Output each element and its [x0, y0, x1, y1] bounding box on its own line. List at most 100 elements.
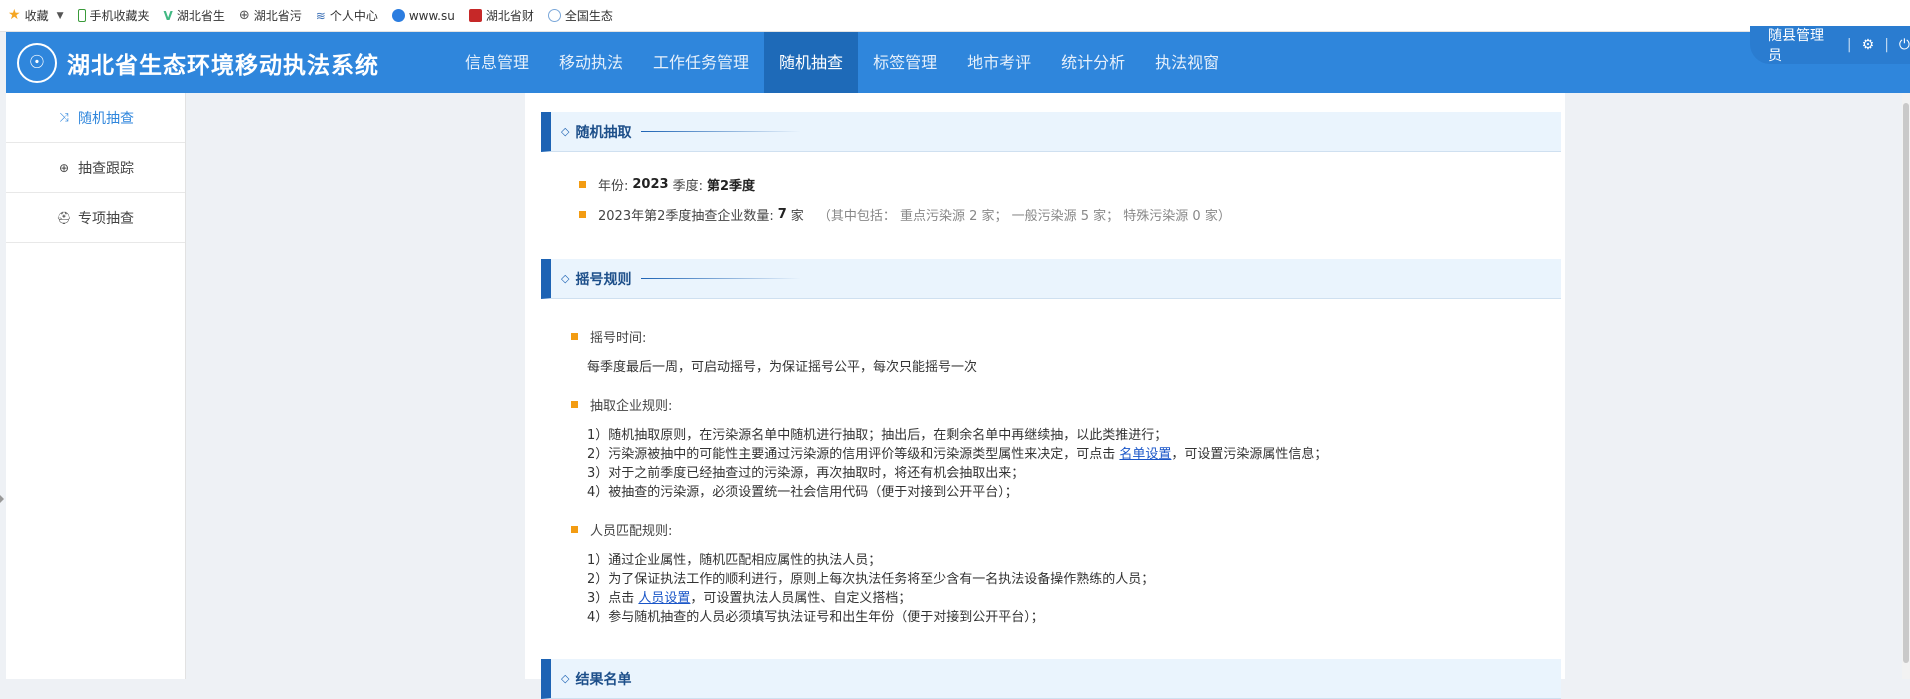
bookmark-label: www.su: [408, 8, 455, 23]
rule-heading-enterprise: 抽取企业规则:: [571, 395, 672, 414]
nav-tag-management[interactable]: 标签管理: [858, 32, 952, 93]
quarter-label: 季度:: [672, 179, 703, 194]
gear-icon[interactable]: ⚙: [1862, 37, 1875, 53]
section-header-random-draw: ◇ 随机抽取: [541, 112, 1561, 152]
section-header-result-list: ◇ 结果名单: [541, 659, 1561, 699]
globe-icon: ⊕: [238, 8, 250, 23]
nav-city-evaluation[interactable]: 地市考评: [952, 32, 1046, 93]
rule-text-part: 3）点击: [587, 591, 639, 606]
rule-text: 3）点击 人员设置，可设置执法人员属性、自定义搭档；: [587, 587, 911, 606]
bullet-icon: [579, 211, 586, 218]
rule-text-part: ，可设置执法人员属性、自定义搭档；: [690, 591, 912, 606]
rule-text: 2）污染源被抽中的可能性主要通过污染源的信用评价等级和污染源类型属性来决定，可点…: [587, 443, 1327, 462]
phone-icon: [77, 9, 86, 22]
bullet-icon: [571, 333, 578, 340]
bookmark-label: 全国生态: [564, 9, 613, 23]
nav-statistics[interactable]: 统计分析: [1046, 32, 1140, 93]
nav-task-management[interactable]: 工作任务管理: [638, 32, 764, 93]
bullet-icon: [579, 181, 586, 188]
cloud-icon: [391, 9, 405, 22]
chevron-down-icon[interactable]: ▼: [57, 11, 64, 21]
bookmark-label: 湖北省生: [176, 9, 225, 23]
year-value: 2023: [632, 177, 669, 192]
nav-enforcement-view[interactable]: 执法视窗: [1140, 32, 1234, 93]
rule-heading-time: 摇号时间:: [571, 327, 646, 346]
user-name[interactable]: 随县管理员: [1768, 25, 1837, 65]
diamond-icon: ◇: [561, 125, 570, 138]
user-area: 随县管理员 | ⚙ | ⏻: [1750, 26, 1910, 64]
power-icon[interactable]: ⏻: [1899, 37, 1910, 53]
bookmark-label: 收藏: [24, 9, 49, 23]
rule-text: 4）被抽查的污染源，必须设置统一社会信用代码（便于对接到公开平台）；: [587, 485, 1018, 500]
eco-logo-icon: [547, 9, 561, 22]
app-title: 湖北省生态环境移动执法系统: [67, 52, 379, 79]
app-header: ☉ 湖北省生态环境移动执法系统 信息管理 移动执法 工作任务管理 随机抽查 标签…: [6, 26, 1910, 93]
bullet-icon: [571, 401, 578, 408]
red-logo-icon: [468, 9, 482, 22]
count-unit: 家: [790, 209, 804, 224]
list-settings-link[interactable]: 名单设置: [1119, 447, 1171, 462]
divider: |: [1884, 37, 1889, 53]
year-quarter-row: 年份: 2023 季度: 第2季度: [579, 175, 759, 194]
star-icon: ★: [8, 7, 21, 23]
bookmark-favorites[interactable]: ★ 收藏: [8, 7, 49, 24]
sidebar-item-random-inspection[interactable]: ⤨ 随机抽查: [6, 93, 185, 143]
count-value: 7: [777, 207, 787, 222]
scrollbar-thumb[interactable]: [1903, 103, 1909, 663]
divider: [641, 131, 802, 132]
rule-text-part: 2）污染源被抽中的可能性主要通过污染源的信用评价等级和污染源类型属性来决定，可点…: [587, 447, 1120, 462]
bookmark-item[interactable]: 手机收藏夹: [77, 7, 150, 24]
main-content: ◇ 随机抽取 年份: 2023 季度: 第2季度 2023年第2季度抽查企业数量…: [525, 93, 1565, 699]
bullet-icon: [571, 526, 578, 533]
bookmark-item[interactable]: 湖北省财: [468, 7, 534, 24]
bookmark-item[interactable]: 全国生态: [547, 7, 613, 24]
sidebar: ⤨ 随机抽查 ⊕ 抽查跟踪 ⛑ 专项抽查: [6, 93, 186, 679]
nav-info-management[interactable]: 信息管理: [450, 32, 544, 93]
section-title: 随机抽取: [575, 124, 632, 141]
enterprise-count-row: 2023年第2季度抽查企业数量: 7 家 （其中包括： 重点污染源 2 家； 一…: [579, 205, 1231, 224]
rule-text: 每季度最后一周，可启动摇号，为保证摇号公平，每次只能摇号一次: [587, 360, 978, 375]
rule-text: 1）通过企业属性，随机匹配相应属性的执法人员；: [587, 553, 882, 568]
bookmark-item[interactable]: V 湖北省生: [164, 7, 225, 24]
vue-logo-icon: V: [163, 8, 173, 23]
section-title: 摇号规则: [575, 271, 632, 288]
bookmark-item[interactable]: ⊕ 湖北省污: [239, 7, 302, 24]
divider: |: [1846, 37, 1852, 53]
collapse-arrow-icon[interactable]: [0, 495, 4, 503]
rule-text: 2）为了保证执法工作的顺利进行，原则上每次执法任务将至少含有一名执法设备操作熟练…: [587, 572, 1155, 587]
bookmark-label: 个人中心: [329, 9, 378, 23]
divider: [641, 278, 802, 279]
sidebar-item-label: 专项抽查: [78, 210, 134, 227]
bookmark-item[interactable]: www.su: [391, 8, 455, 23]
rule-title: 摇号时间:: [590, 331, 647, 346]
rule-text: 4）参与随机抽查的人员必须填写执法证号和出生年份（便于对接到公开平台）；: [587, 610, 1044, 625]
emblem-logo-icon: ☉: [17, 42, 57, 83]
staff-settings-link[interactable]: 人员设置: [638, 591, 690, 606]
sidebar-item-label: 随机抽查: [78, 110, 134, 127]
sidebar-item-inspection-tracking[interactable]: ⊕ 抽查跟踪: [6, 143, 185, 193]
nav-random-inspection[interactable]: 随机抽查: [764, 32, 859, 93]
year-label: 年份:: [598, 179, 629, 194]
target-icon: ⊕: [58, 160, 70, 175]
sidebar-item-label: 抽查跟踪: [78, 160, 134, 177]
section-header-lottery-rules: ◇ 摇号规则: [541, 259, 1561, 299]
bookmarks-bar: ★ 收藏 ▼ 手机收藏夹 V 湖北省生 ⊕ 湖北省污 ≋ 个人中心 www.su…: [0, 0, 1910, 32]
bookmark-label: 湖北省污: [253, 9, 302, 23]
bookmark-label: 湖北省财: [485, 9, 534, 23]
rule-text-part: ，可设置污染源属性信息；: [1171, 447, 1328, 462]
bookmark-item[interactable]: ≋ 个人中心: [316, 7, 378, 24]
main-nav: 信息管理 移动执法 工作任务管理 随机抽查 标签管理 地市考评 统计分析 执法视…: [450, 32, 1234, 93]
count-label: 2023年第2季度抽查企业数量:: [598, 209, 774, 224]
quarter-value: 第2季度: [706, 179, 756, 194]
rule-text: 3）对于之前季度已经抽查过的污染源，再次抽取时，将还有机会抽取出来；: [587, 466, 1025, 481]
rule-text: 1）随机抽取原则，在污染源名单中随机进行抽取；抽出后，在剩余名单中再继续抽，以此…: [587, 428, 1168, 443]
sidebar-item-special-inspection[interactable]: ⛑ 专项抽查: [6, 193, 185, 243]
bookmark-label: 手机收藏夹: [89, 9, 150, 23]
layers-icon: ≋: [315, 8, 326, 23]
scrollbar[interactable]: [1902, 93, 1910, 679]
count-detail: （其中包括： 重点污染源 2 家； 一般污染源 5 家； 特殊污染源 0 家）: [817, 209, 1231, 224]
shuffle-icon: ⤨: [59, 110, 69, 124]
rule-title: 人员匹配规则:: [590, 524, 673, 539]
diamond-icon: ◇: [561, 272, 570, 285]
nav-mobile-enforcement[interactable]: 移动执法: [544, 32, 638, 93]
